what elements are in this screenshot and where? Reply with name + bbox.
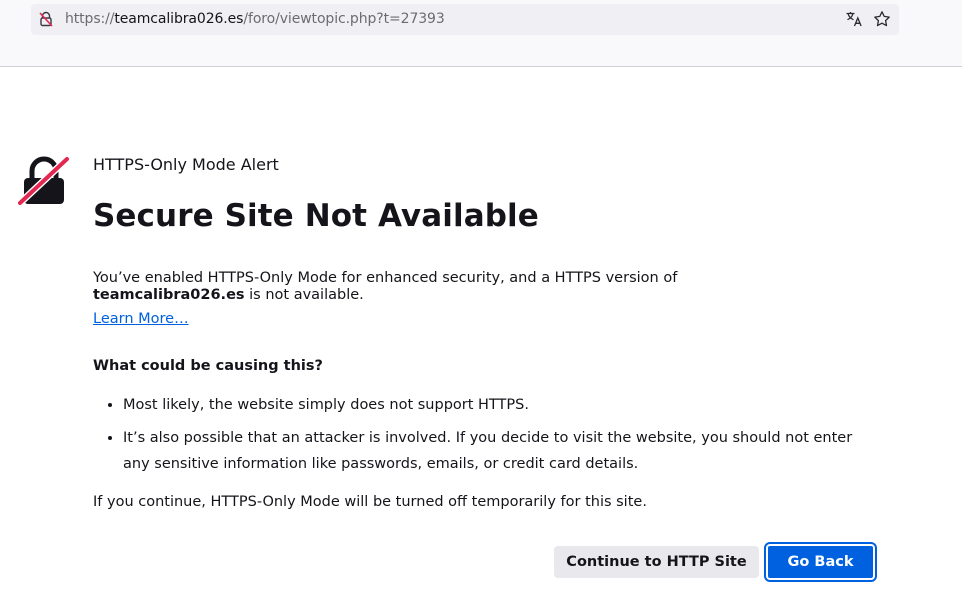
continue-note: If you continue, HTTPS-Only Mode will be… bbox=[93, 494, 647, 510]
alert-label: HTTPS-Only Mode Alert bbox=[93, 155, 279, 174]
cause-list: Most likely, the website simply does not… bbox=[93, 392, 853, 477]
alert-description: You’ve enabled HTTPS-Only Mode for enhan… bbox=[93, 270, 833, 304]
insecure-lock-icon[interactable] bbox=[38, 11, 54, 27]
url-text[interactable]: https://teamcalibra026.es/foro/viewtopic… bbox=[65, 11, 445, 28]
url-host: teamcalibra026.es bbox=[114, 11, 244, 27]
translate-icon[interactable] bbox=[845, 10, 863, 28]
url-bar[interactable]: https://teamcalibra026.es/foro/viewtopic… bbox=[31, 4, 899, 35]
browser-toolbar: https://teamcalibra026.es/foro/viewtopic… bbox=[0, 0, 962, 67]
cause-heading: What could be causing this? bbox=[93, 358, 323, 374]
desc-host: teamcalibra026.es bbox=[93, 287, 245, 303]
star-icon[interactable] bbox=[873, 10, 891, 28]
page-title: Secure Site Not Available bbox=[93, 198, 539, 234]
list-item: It’s also possible that an attacker is i… bbox=[123, 425, 853, 477]
learn-more-link[interactable]: Learn More… bbox=[93, 311, 189, 328]
url-path: /foro/viewtopic.php?t=27393 bbox=[243, 11, 445, 27]
list-item: Most likely, the website simply does not… bbox=[123, 392, 853, 418]
continue-to-http-button[interactable]: Continue to HTTP Site bbox=[554, 546, 759, 578]
desc-text-after: is not available. bbox=[244, 287, 364, 303]
broken-lock-icon bbox=[17, 156, 70, 206]
go-back-button[interactable]: Go Back bbox=[764, 542, 877, 582]
url-scheme: https:// bbox=[65, 11, 115, 27]
desc-text-before: You’ve enabled HTTPS-Only Mode for enhan… bbox=[93, 270, 678, 286]
